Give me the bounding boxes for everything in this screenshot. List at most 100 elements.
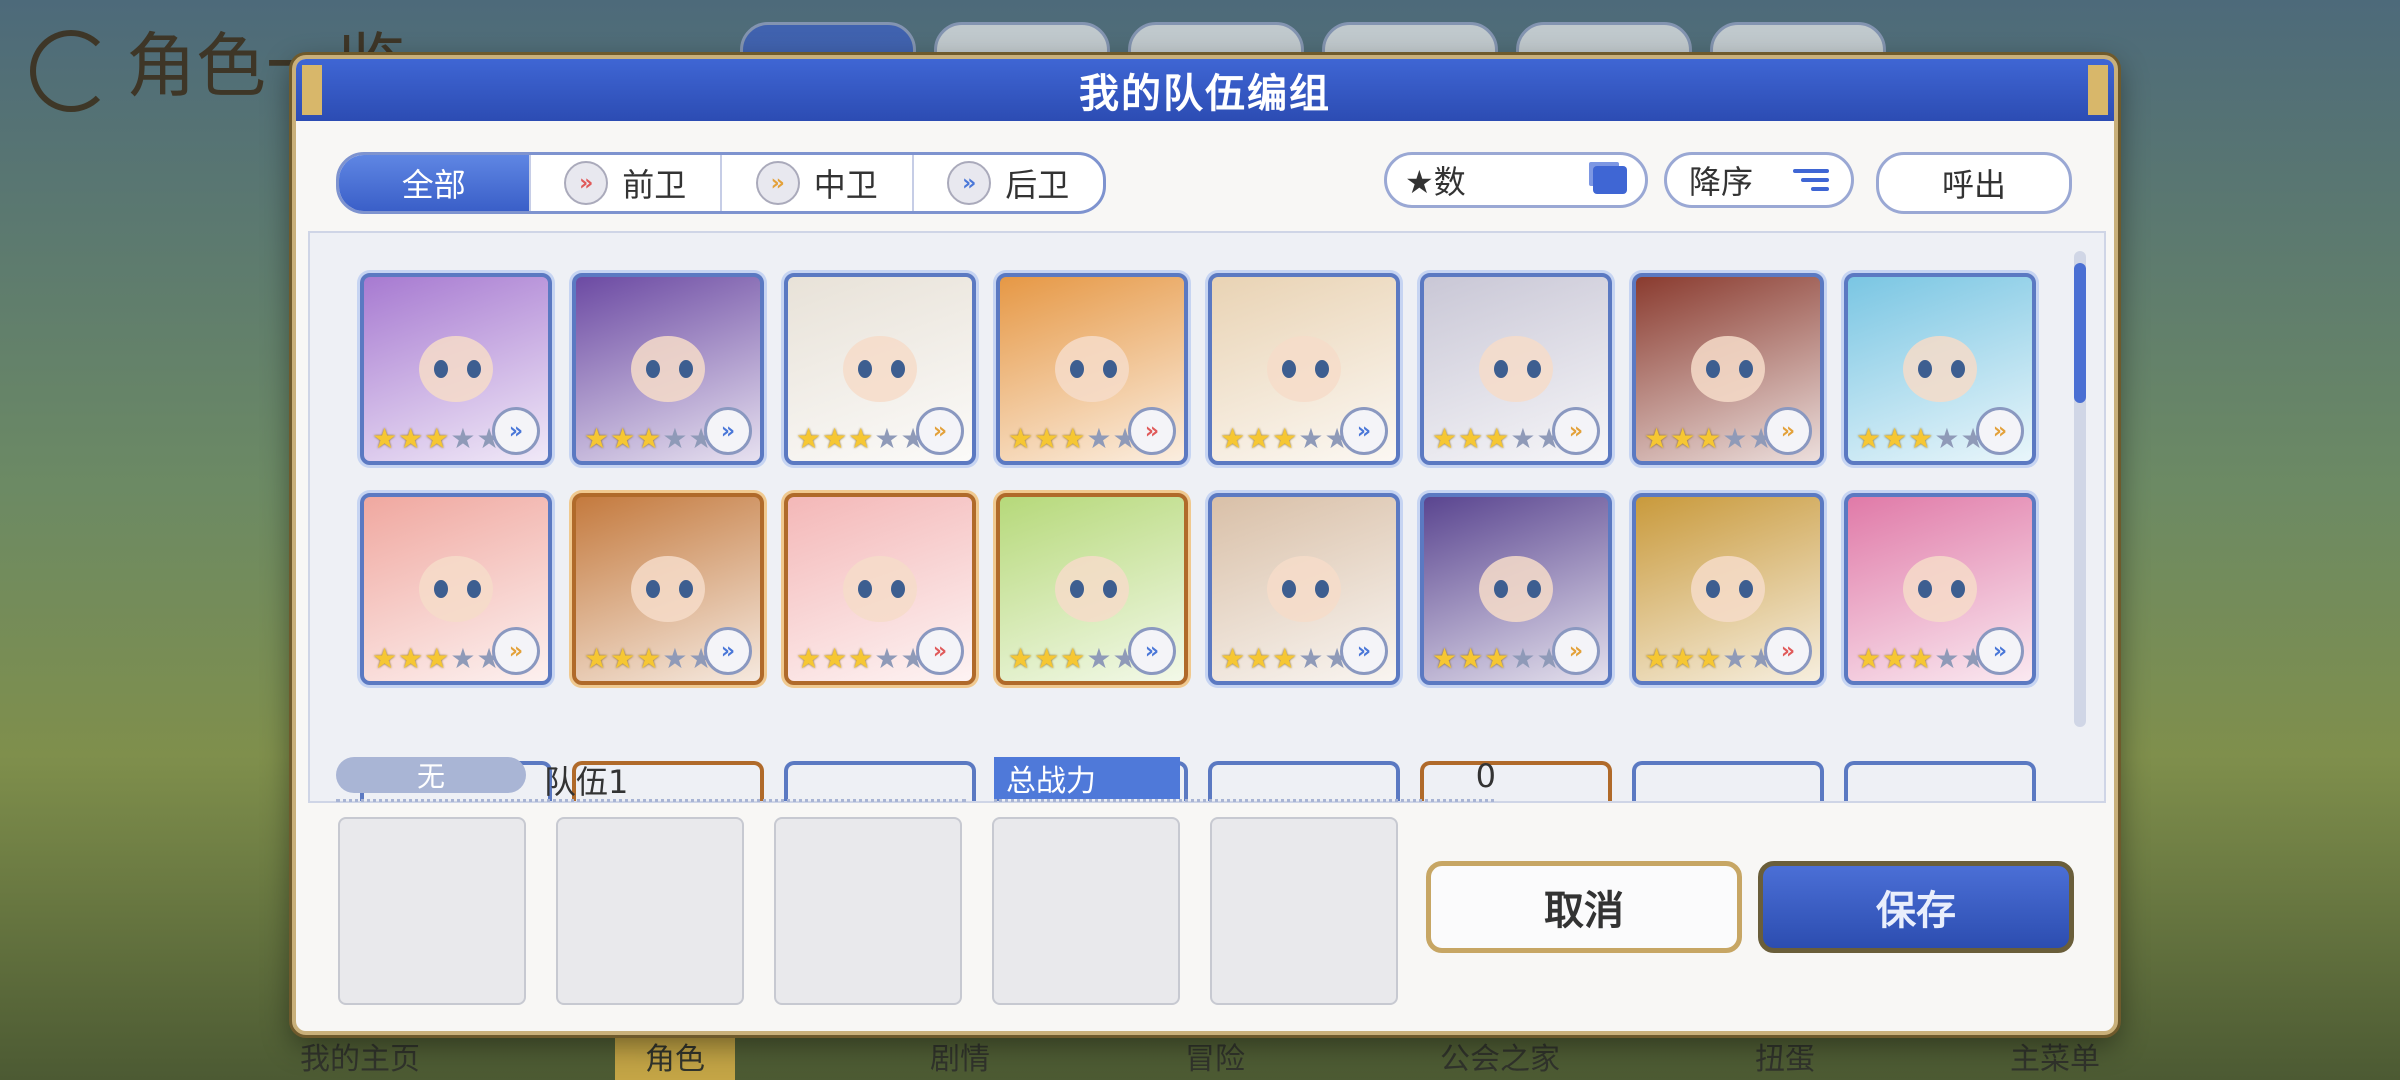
star-icon: ★	[1272, 422, 1298, 455]
portrait-eye	[1527, 359, 1542, 378]
tab-front[interactable]: » 前卫	[531, 155, 722, 211]
star-icon: ★	[1272, 642, 1298, 675]
character-card[interactable]: ★ ★ ★ ★ ★»	[996, 493, 1188, 685]
star-icon: ★	[1298, 642, 1324, 675]
team-slot[interactable]	[338, 817, 526, 1005]
star-icon: ★	[1034, 422, 1060, 455]
character-portrait	[1691, 555, 1765, 623]
character-card[interactable]: ★ ★ ★ ★ ★»	[572, 493, 764, 685]
character-portrait	[419, 555, 493, 623]
portrait-eye	[1739, 359, 1754, 378]
sort-by-stars-button[interactable]: ★数	[1384, 152, 1648, 208]
character-card[interactable]: ★ ★ ★ ★ ★»	[360, 273, 552, 465]
character-portrait	[1903, 555, 1977, 623]
sort-lines-icon	[1793, 169, 1829, 191]
star-rating: ★ ★ ★ ★ ★	[584, 425, 714, 453]
star-icon: ★	[1934, 422, 1960, 455]
character-portrait	[843, 335, 917, 403]
team-slots	[338, 817, 1398, 1005]
character-portrait	[631, 555, 705, 623]
team-slot[interactable]	[774, 817, 962, 1005]
portrait-eye	[1103, 359, 1118, 378]
team-name[interactable]: 队伍1	[544, 757, 628, 803]
star-icon: ★	[662, 642, 688, 675]
character-card[interactable]: ★ ★ ★ ★ ★»	[784, 493, 976, 685]
portrait-eye	[857, 579, 872, 598]
middle-position-icon: »	[1764, 407, 1812, 455]
star-icon: ★	[848, 642, 874, 675]
star-icon: ★	[1060, 642, 1086, 675]
portrait-eye	[891, 579, 906, 598]
star-icon: ★	[372, 422, 398, 455]
portrait-eye	[1917, 579, 1932, 598]
character-card[interactable]: ★ ★ ★ ★ ★»	[1844, 273, 2036, 465]
tab-middle[interactable]: » 中卫	[722, 155, 914, 211]
portrait-eye	[1951, 579, 1966, 598]
star-icon: ★	[1008, 642, 1034, 675]
star-icon: ★	[1856, 642, 1882, 675]
team-slot[interactable]	[992, 817, 1180, 1005]
star-icon: ★	[1644, 422, 1670, 455]
star-icon: ★	[610, 422, 636, 455]
star-icon: ★	[822, 642, 848, 675]
portrait-eye	[1493, 359, 1508, 378]
star-icon: ★	[1882, 422, 1908, 455]
sort-order-button[interactable]: 降序	[1664, 152, 1854, 208]
star-icon: ★	[450, 642, 476, 675]
tab-back[interactable]: » 后卫	[914, 155, 1104, 211]
star-icon: ★	[822, 422, 848, 455]
roster-scrollbar[interactable]	[2074, 251, 2086, 727]
middle-position-icon: »	[492, 627, 540, 675]
character-card[interactable]: ★ ★ ★ ★ ★»	[1844, 493, 2036, 685]
star-rating: ★ ★ ★ ★ ★	[1432, 645, 1562, 673]
portrait-eye	[1917, 359, 1932, 378]
character-card[interactable]: ★ ★ ★ ★ ★»	[572, 273, 764, 465]
character-card[interactable]: ★ ★ ★ ★ ★»	[1208, 493, 1400, 685]
character-card[interactable]: ★ ★ ★ ★ ★»	[1420, 273, 1612, 465]
star-icon: ★	[848, 422, 874, 455]
front-position-icon: »	[564, 161, 609, 205]
team-slot[interactable]	[556, 817, 744, 1005]
character-card[interactable]: ★ ★ ★ ★ ★»	[1632, 273, 1824, 465]
star-icon: ★	[1722, 642, 1748, 675]
character-portrait	[1479, 555, 1553, 623]
team-slot[interactable]	[1210, 817, 1398, 1005]
portrait-eye	[645, 579, 660, 598]
character-portrait	[1903, 335, 1977, 403]
save-button[interactable]: 保存	[1758, 861, 2074, 953]
character-card[interactable]: ★ ★ ★ ★ ★»	[996, 273, 1188, 465]
star-rating: ★ ★ ★ ★ ★	[796, 645, 926, 673]
scrollbar-thumb[interactable]	[2074, 263, 2086, 403]
character-roster[interactable]: ★ ★ ★ ★ ★» ★ ★ ★ ★ ★» ★ ★ ★ ★ ★» ★ ★ ★ ★ ★» ★ ★ ★ ★ ★» ★ ★ ★ ★ ★» ★ ★ ★ ★…	[308, 231, 2106, 803]
total-power-label: 总战力	[994, 757, 1180, 799]
character-card[interactable]: ★ ★ ★ ★ ★»	[360, 493, 552, 685]
call-party-button[interactable]: 呼出	[1876, 152, 2072, 214]
character-card[interactable]: ★ ★ ★ ★ ★»	[1208, 273, 1400, 465]
star-icon: ★	[584, 422, 610, 455]
star-icon: ★	[796, 642, 822, 675]
star-icon: ★	[372, 642, 398, 675]
character-card[interactable]: ★ ★ ★ ★ ★»	[1420, 493, 1612, 685]
star-rating: ★ ★ ★ ★ ★	[1856, 645, 1986, 673]
tab-all[interactable]: 全部	[339, 155, 531, 211]
portrait-eye	[1281, 359, 1296, 378]
star-icon: ★	[1034, 642, 1060, 675]
star-icon: ★	[1722, 422, 1748, 455]
character-grid: ★ ★ ★ ★ ★» ★ ★ ★ ★ ★» ★ ★ ★ ★ ★» ★ ★ ★ ★ ★» ★ ★ ★ ★ ★» ★ ★ ★ ★ ★» ★ ★ ★ ★…	[360, 273, 2036, 685]
portrait-eye	[433, 359, 448, 378]
star-icon: ★	[1246, 642, 1272, 675]
star-icon: ★	[796, 422, 822, 455]
star-icon: ★	[1696, 642, 1722, 675]
character-card[interactable]: ★ ★ ★ ★ ★»	[784, 273, 976, 465]
character-portrait	[1267, 335, 1341, 403]
star-icon: ★	[1458, 642, 1484, 675]
cancel-button[interactable]: 取消	[1426, 861, 1742, 953]
star-rating: ★ ★ ★ ★ ★	[796, 425, 926, 453]
character-card[interactable]: ★ ★ ★ ★ ★»	[1632, 493, 1824, 685]
star-icon: ★	[1484, 642, 1510, 675]
header-ornament-right	[2088, 65, 2108, 115]
star-icon: ★	[1908, 422, 1934, 455]
star-icon: ★	[1008, 422, 1034, 455]
portrait-eye	[645, 359, 660, 378]
star-icon: ★	[1432, 642, 1458, 675]
